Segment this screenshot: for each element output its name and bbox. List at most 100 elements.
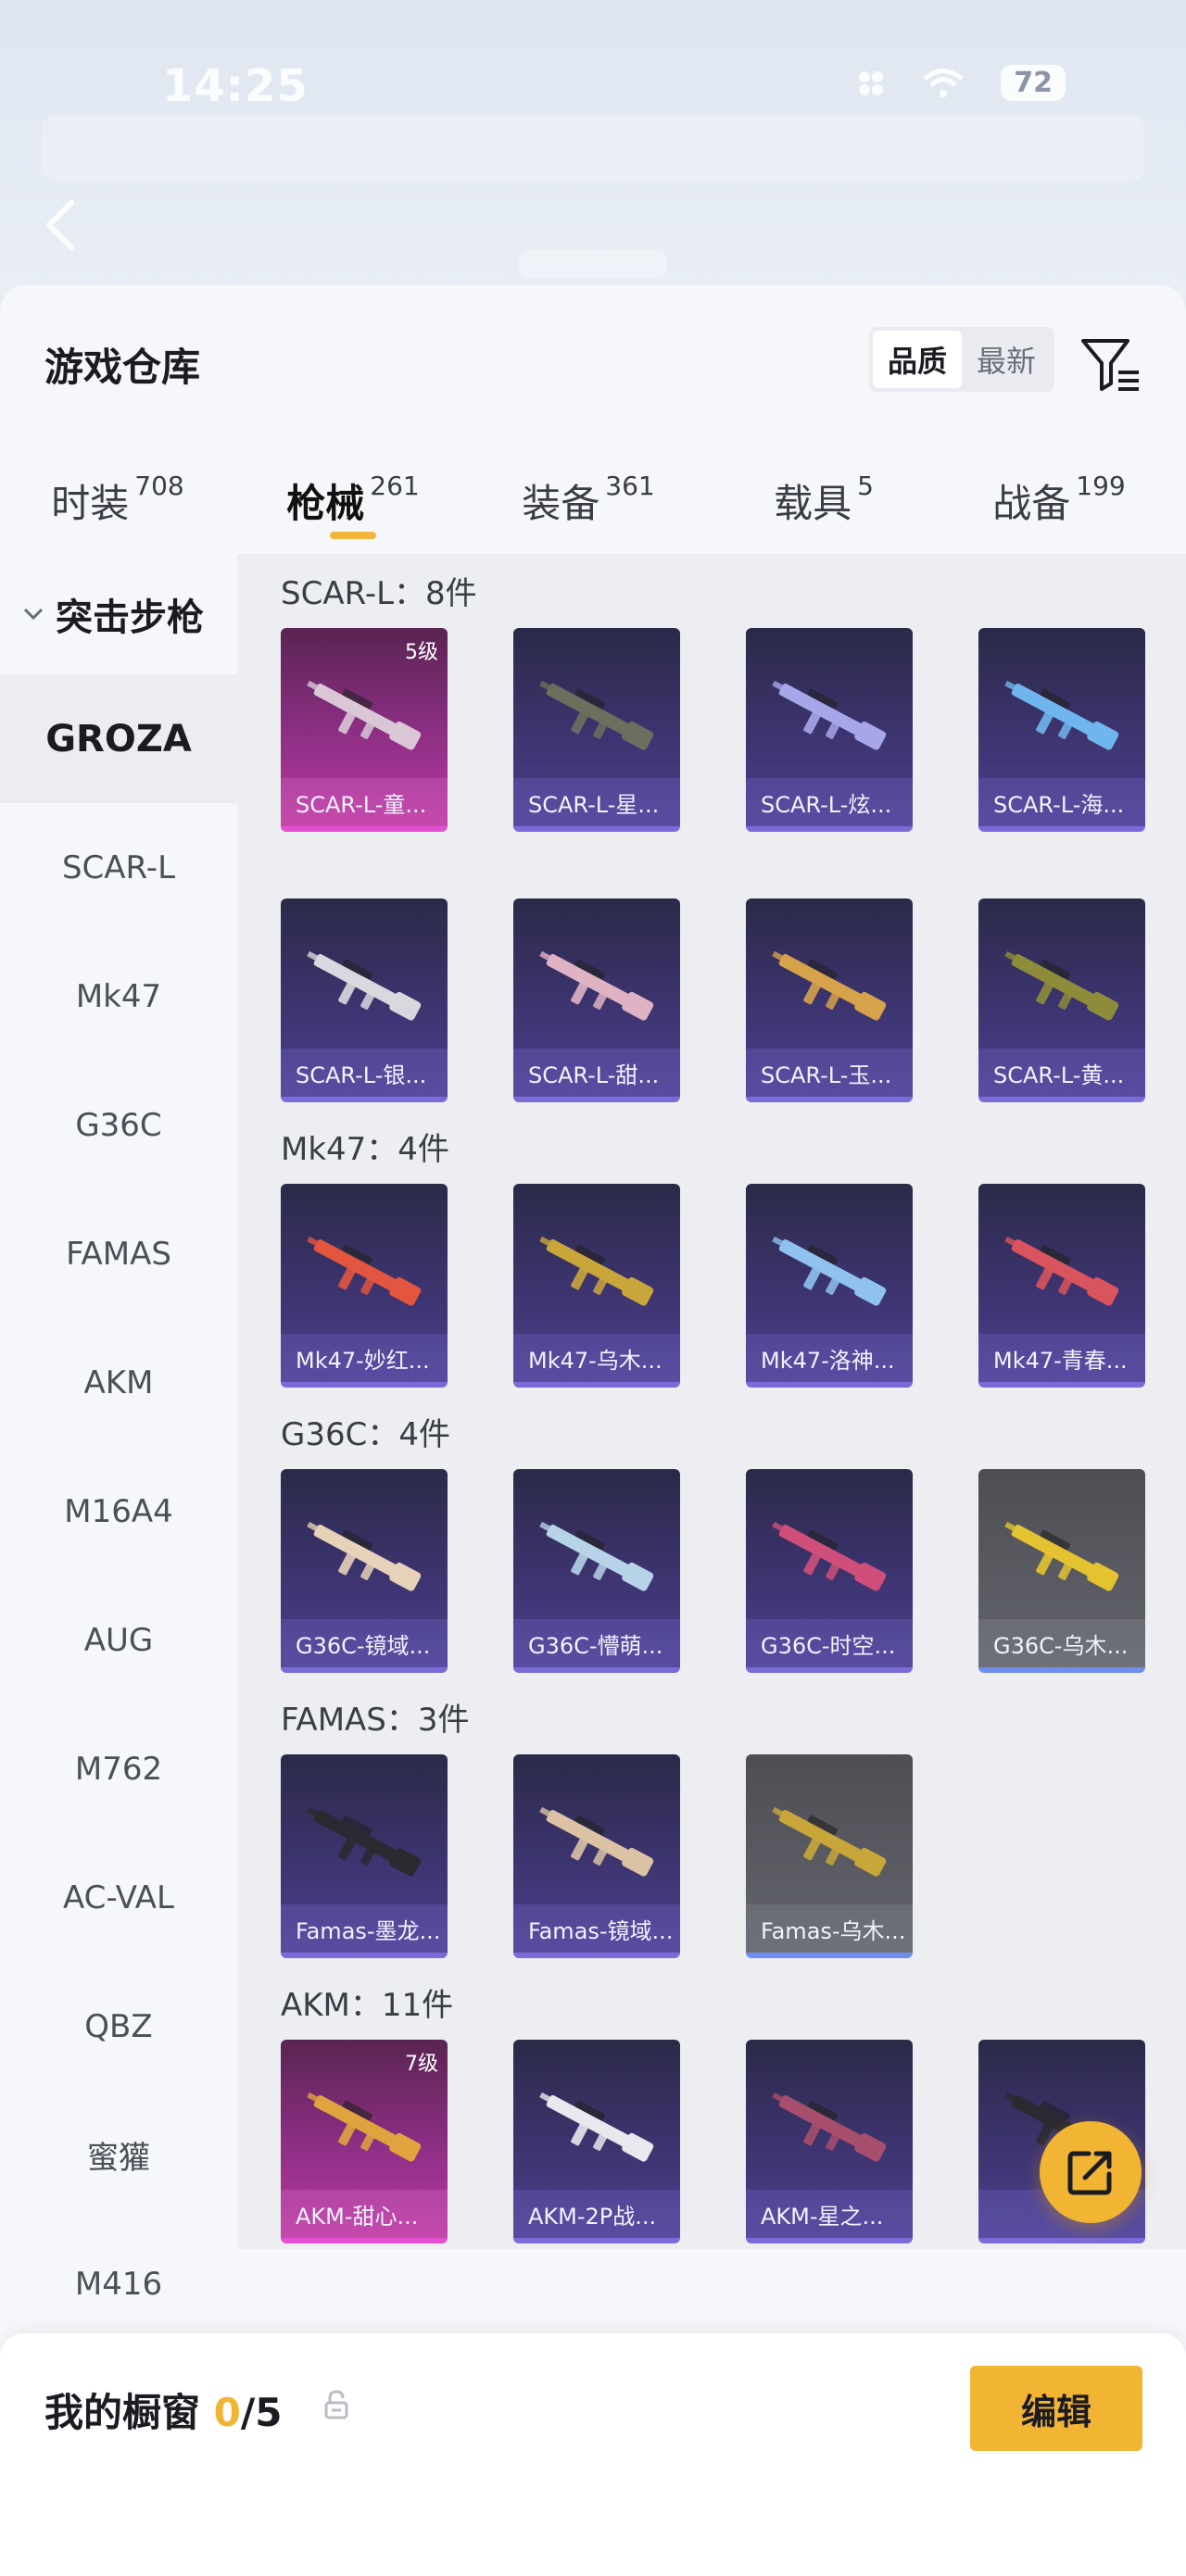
weapon-card[interactable]: SCAR-L-炫... <box>746 628 913 832</box>
background-header <box>42 116 1144 181</box>
weapon-card[interactable]: G36C-乌木... <box>978 1469 1145 1673</box>
tab-fashion[interactable]: 时装 708 <box>0 461 235 554</box>
tab-count: 5 <box>857 471 874 501</box>
weapon-name: Mk47-洛神... <box>746 1334 913 1382</box>
tab-supplies[interactable]: 战备 199 <box>941 461 1177 554</box>
sidebar-item-qbz[interactable]: QBZ <box>0 1962 237 2091</box>
weapon-name: Famas-墨龙... <box>281 1904 448 1953</box>
signal-icon <box>859 70 884 95</box>
tab-count: 199 <box>1076 471 1126 501</box>
weapon-card[interactable]: G36C-时空... <box>746 1469 913 1673</box>
weapon-name: Famas-乌木... <box>746 1904 913 1953</box>
sidebar-item-m762[interactable]: M762 <box>0 1704 237 1833</box>
weapon-skin-icon <box>1004 1521 1119 1591</box>
weapon-card[interactable]: SCAR-L-海... <box>978 628 1145 832</box>
weapon-card[interactable]: Mk47-洛神... <box>746 1184 913 1388</box>
weapon-card[interactable]: Famas-镜域... <box>513 1754 680 1958</box>
showcase-count: 0 <box>213 2390 241 2435</box>
group-title: FAMAS：3件 <box>281 1702 470 1739</box>
weapon-name: SCAR-L-黄... <box>978 1049 1145 1097</box>
edit-button[interactable]: 编辑 <box>970 2366 1142 2451</box>
weapon-card[interactable]: SCAR-L-黄... <box>978 898 1145 1102</box>
sidebar-item-m16a4[interactable]: M16A4 <box>0 1447 237 1576</box>
sidebar-item-g36c[interactable]: G36C <box>0 1061 237 1189</box>
sidebar-item-mk47[interactable]: Mk47 <box>0 932 237 1061</box>
sidebar-item-groza[interactable]: GROZA <box>0 674 237 803</box>
weapon-card[interactable]: SCAR-L-银... <box>281 898 448 1102</box>
weapon-skin-icon <box>539 1521 654 1591</box>
page-title: 游戏仓库 <box>44 345 201 390</box>
weapon-card[interactable]: Mk47-青春... <box>978 1184 1145 1388</box>
weapon-card[interactable]: AKM-2P战... <box>513 2040 680 2243</box>
sidebar-item-ac-val[interactable]: AC-VAL <box>0 1833 237 1962</box>
chevron-down-icon <box>23 608 44 621</box>
weapon-skin-icon <box>307 1521 422 1591</box>
weapon-name: Famas-镜域... <box>513 1904 680 1953</box>
battery-indicator: 72 <box>1001 65 1066 101</box>
tab-count: 261 <box>370 471 420 501</box>
weapon-skin-icon <box>307 1236 422 1306</box>
tab-equipment[interactable]: 装备 361 <box>471 461 706 554</box>
weapon-card[interactable]: Mk47-妙红... <box>281 1184 448 1388</box>
wifi-icon <box>923 68 964 97</box>
sidebar-item-famas[interactable]: FAMAS <box>0 1189 237 1318</box>
level-badge: 5级 <box>405 641 438 664</box>
filter-icon[interactable] <box>1078 332 1142 396</box>
sort-quality-button[interactable]: 品质 <box>873 331 962 388</box>
weapon-card[interactable]: G36C-懵萌... <box>513 1469 680 1673</box>
weapon-card[interactable]: G36C-镜域... <box>281 1469 448 1673</box>
level-badge: 7级 <box>405 2053 438 2076</box>
weapon-skin-icon <box>772 1236 887 1306</box>
weapon-name: G36C-懵萌... <box>513 1619 680 1667</box>
status-icons: 72 <box>856 65 1066 101</box>
weapon-card[interactable]: 5级 SCAR-L-童... <box>281 628 448 832</box>
weapon-name: SCAR-L-星... <box>513 778 680 826</box>
tab-firearms[interactable]: 枪械 261 <box>235 461 471 554</box>
warehouse-sheet: 游戏仓库 品质 最新 时装 708 枪械 261 装备 361 载具 5 战备 … <box>0 285 1186 2576</box>
weapon-skin-icon <box>1004 950 1119 1021</box>
status-time: 14:25 <box>162 60 309 112</box>
weapon-name: SCAR-L-童... <box>281 778 448 826</box>
weapon-card[interactable]: SCAR-L-玉... <box>746 898 913 1102</box>
weapon-skin-icon <box>772 1806 887 1877</box>
category-tabs: 时装 708 枪械 261 装备 361 载具 5 战备 199 <box>0 461 1186 554</box>
sidebar-item-m416[interactable]: M416 <box>0 2219 237 2348</box>
share-icon <box>1067 2151 1112 2195</box>
weapon-skin-icon <box>307 2092 422 2162</box>
lock-icon <box>324 2390 348 2419</box>
weapon-skin-icon <box>772 2092 887 2162</box>
weapon-skin-icon <box>539 2092 654 2162</box>
weapon-name: Mk47-青春... <box>978 1334 1145 1382</box>
sidebar-item-akm[interactable]: AKM <box>0 1318 237 1447</box>
weapon-card[interactable]: SCAR-L-星... <box>513 628 680 832</box>
weapon-name: Mk47-妙红... <box>281 1334 448 1382</box>
weapon-name: SCAR-L-海... <box>978 778 1145 826</box>
tab-count: 708 <box>134 471 184 501</box>
back-arrow-icon[interactable] <box>42 199 79 251</box>
weapon-card[interactable]: Famas-墨龙... <box>281 1754 448 1958</box>
tab-vehicles[interactable]: 载具 5 <box>706 461 941 554</box>
group-title: Mk47：4件 <box>281 1131 449 1168</box>
sidebar-category[interactable]: 突击步枪 <box>0 554 237 674</box>
group-title: SCAR-L：8件 <box>281 575 477 612</box>
weapon-name: G36C-时空... <box>746 1619 913 1667</box>
sidebar-category-label: 突击步枪 <box>56 597 204 639</box>
sidebar-item-scar-l[interactable]: SCAR-L <box>0 803 237 932</box>
tab-label: 枪械 <box>286 481 365 526</box>
weapon-sidebar: 突击步枪 GROZA SCAR-L Mk47 G36C FAMAS AKM M16A4 AUG… <box>0 554 237 2303</box>
weapon-card[interactable]: AKM-星之... <box>746 2040 913 2243</box>
weapon-card[interactable]: SCAR-L-甜... <box>513 898 680 1102</box>
weapon-card[interactable]: Famas-乌木... <box>746 1754 913 1958</box>
weapon-skin-icon <box>539 1236 654 1306</box>
sort-toggle[interactable]: 品质 最新 <box>869 327 1054 392</box>
sort-newest-button[interactable]: 最新 <box>962 331 1051 388</box>
weapon-grid: SCAR-L：8件 5级 SCAR-L-童... SCAR-L-星... SCAR-L-… <box>237 554 1186 2249</box>
weapon-card[interactable]: Mk47-乌木... <box>513 1184 680 1388</box>
weapon-card[interactable]: 7级 AKM-甜心... <box>281 2040 448 2243</box>
sidebar-item-aug[interactable]: AUG <box>0 1576 237 1704</box>
share-button[interactable] <box>1040 2121 1142 2223</box>
tab-count: 361 <box>605 471 655 501</box>
weapon-name: G36C-乌木... <box>978 1619 1145 1667</box>
weapon-name: AKM-星之... <box>746 2190 913 2238</box>
sidebar-item--[interactable]: 蜜獾 <box>0 2091 237 2219</box>
